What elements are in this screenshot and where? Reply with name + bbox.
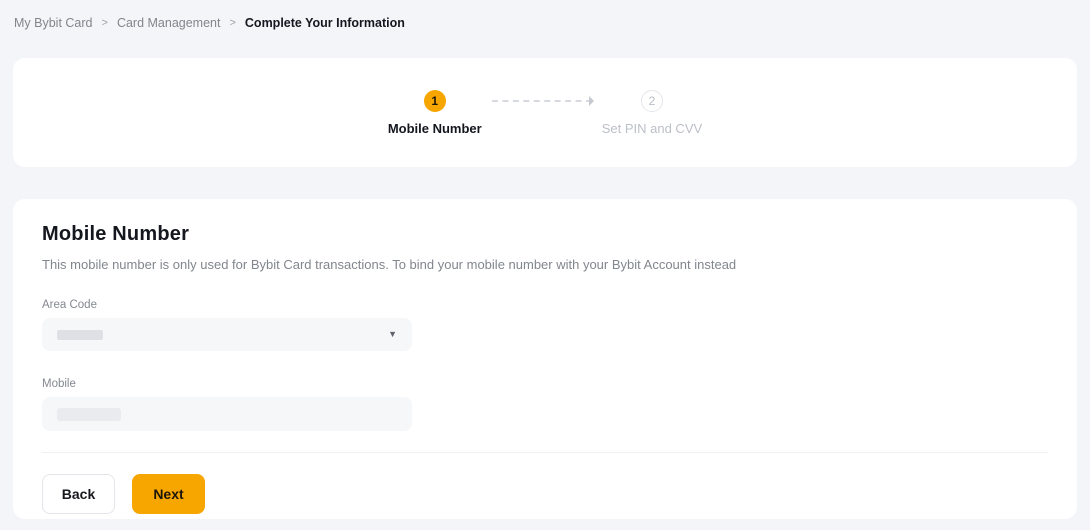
breadcrumb-item-current: Complete Your Information xyxy=(245,15,405,31)
breadcrumb-item-card-management[interactable]: Card Management xyxy=(117,15,221,31)
caret-down-icon: ▼ xyxy=(388,330,397,339)
step-set-pin-cvv: 2 Set PIN and CVV xyxy=(602,90,702,136)
divider xyxy=(42,452,1048,453)
step-mobile-number: 1 Mobile Number xyxy=(388,90,482,136)
button-row: Back Next xyxy=(42,474,1048,514)
back-button[interactable]: Back xyxy=(42,474,115,514)
step-connector-arrow-icon xyxy=(492,100,592,102)
breadcrumb-separator: > xyxy=(102,15,108,31)
next-button[interactable]: Next xyxy=(132,474,205,514)
area-code-redacted-value xyxy=(57,330,103,340)
step-2-circle: 2 xyxy=(641,90,663,112)
form-description: This mobile number is only used for Bybi… xyxy=(42,257,1048,272)
mobile-label: Mobile xyxy=(42,378,1048,390)
mobile-input[interactable] xyxy=(42,397,412,431)
breadcrumb-item-my-bybit-card[interactable]: My Bybit Card xyxy=(14,15,93,31)
mobile-redacted-value xyxy=(57,408,121,421)
breadcrumb-separator: > xyxy=(229,15,235,31)
mobile-number-form-card: Mobile Number This mobile number is only… xyxy=(13,199,1077,519)
area-code-label: Area Code xyxy=(42,299,1048,311)
step-1-circle: 1 xyxy=(424,90,446,112)
step-2-label: Set PIN and CVV xyxy=(602,121,702,136)
page-title: Mobile Number xyxy=(42,223,1048,246)
area-code-select[interactable]: ▼ xyxy=(42,318,412,351)
step-1-label: Mobile Number xyxy=(388,121,482,136)
breadcrumb: My Bybit Card > Card Management > Comple… xyxy=(0,0,1090,31)
stepper-card: 1 Mobile Number 2 Set PIN and CVV xyxy=(13,58,1077,167)
stepper: 1 Mobile Number 2 Set PIN and CVV xyxy=(388,90,702,136)
